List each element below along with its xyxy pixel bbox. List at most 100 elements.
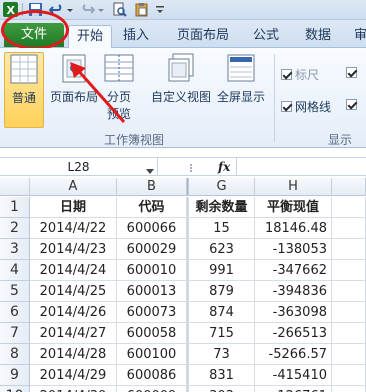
cell-a[interactable]: 2014/4/28 xyxy=(30,344,117,365)
normal-view-button[interactable]: 普通 xyxy=(4,52,44,128)
cell-next[interactable] xyxy=(332,302,366,323)
cell-a[interactable]: 2014/4/29 xyxy=(30,365,117,386)
tab-insert[interactable]: 插入 xyxy=(123,26,149,46)
cell-a[interactable]: 2014/4/23 xyxy=(30,239,117,260)
ruler-checkbox-box[interactable] xyxy=(281,69,292,80)
full-screen-label: 全屏显示 xyxy=(216,90,265,104)
cell-g[interactable]: 879 xyxy=(189,281,255,302)
cell-next[interactable] xyxy=(332,260,366,281)
cell-b[interactable]: 600010 xyxy=(117,260,187,281)
cell-h[interactable]: -126761 xyxy=(255,386,332,392)
column-header-next[interactable] xyxy=(332,178,366,196)
row-header[interactable]: 5 xyxy=(0,281,30,302)
row-header[interactable]: 3 xyxy=(0,239,30,260)
cell-h[interactable]: -347662 xyxy=(255,260,332,281)
print-preview-icon[interactable] xyxy=(112,2,127,17)
row-header[interactable]: 1 xyxy=(0,197,30,218)
cell-b[interactable]: 600013 xyxy=(117,281,187,302)
tab-page-layout[interactable]: 页面布局 xyxy=(177,26,229,46)
select-all-corner[interactable] xyxy=(0,178,30,196)
cell-g[interactable]: 623 xyxy=(189,239,255,260)
tab-home[interactable]: 开始 xyxy=(68,25,113,49)
show-group-label: 显示 xyxy=(328,133,353,147)
cell-g[interactable]: 73 xyxy=(189,344,255,365)
ruler-checkbox[interactable]: 标尺 xyxy=(281,66,319,83)
cell-b[interactable]: 600029 xyxy=(117,239,187,260)
column-header-h[interactable]: H xyxy=(255,178,332,196)
insert-function-icon[interactable]: fx xyxy=(218,158,230,176)
cell-h[interactable]: -394836 xyxy=(255,281,332,302)
cell-h[interactable]: -415410 xyxy=(255,365,332,386)
cell-h[interactable]: -363098 xyxy=(255,302,332,323)
cell-b[interactable]: 600100 xyxy=(117,344,187,365)
cell-a[interactable]: 2014/4/24 xyxy=(30,260,117,281)
name-box[interactable]: L28 xyxy=(0,158,158,176)
cell-a[interactable]: 2014/4/25 xyxy=(30,281,117,302)
redo-dropdown-icon[interactable] xyxy=(97,2,105,17)
cell-b[interactable]: 600058 xyxy=(117,323,187,344)
cell-next[interactable] xyxy=(332,197,366,218)
row-header[interactable]: 4 xyxy=(0,260,30,281)
headings-checkbox-box[interactable] xyxy=(346,99,357,110)
cell-h[interactable]: 平衡现值 xyxy=(255,197,332,218)
row-header[interactable]: 10 xyxy=(0,386,30,392)
cell-b[interactable]: 代码 xyxy=(117,197,187,218)
cell-h[interactable]: -266513 xyxy=(255,323,332,344)
custom-view-label: 自定义视图 xyxy=(150,90,211,104)
name-box-dropdown-icon[interactable] xyxy=(146,164,154,178)
formula-input[interactable] xyxy=(236,158,366,176)
full-screen-button[interactable]: 全屏显示 xyxy=(214,52,268,128)
cell-a[interactable]: 日期 xyxy=(30,197,117,218)
cell-a[interactable]: 2014/4/27 xyxy=(30,323,117,344)
cell-b[interactable]: 600073 xyxy=(117,302,187,323)
customize-toolbar-icon[interactable] xyxy=(155,2,165,17)
cell-g[interactable]: 303 xyxy=(189,386,255,392)
cell-next[interactable] xyxy=(332,344,366,365)
cell-h[interactable]: 18146.48 xyxy=(255,218,332,239)
tab-review[interactable]: 审 xyxy=(354,26,366,46)
cell-g[interactable]: 15 xyxy=(189,218,255,239)
cell-b[interactable]: 600086 xyxy=(117,365,187,386)
formula-bar-checkbox[interactable] xyxy=(346,66,360,80)
cell-b[interactable]: 600009 xyxy=(117,386,187,392)
cell-a[interactable]: 2014/4/30 xyxy=(30,386,117,392)
headings-checkbox[interactable] xyxy=(346,98,360,112)
cell-next[interactable] xyxy=(332,218,366,239)
full-screen-icon xyxy=(225,52,257,84)
cell-b[interactable]: 600066 xyxy=(117,218,187,239)
cell-h[interactable]: -5266.57 xyxy=(255,344,332,365)
tab-data[interactable]: 数据 xyxy=(305,26,331,46)
gridlines-checkbox-box[interactable] xyxy=(281,101,292,112)
column-header-g[interactable]: G xyxy=(189,178,255,196)
row-header[interactable]: 6 xyxy=(0,302,30,323)
hidden-column-gap xyxy=(187,365,189,386)
cell-g[interactable]: 831 xyxy=(189,365,255,386)
cell-next[interactable] xyxy=(332,239,366,260)
hidden-column-gap xyxy=(187,344,189,365)
cell-a[interactable]: 2014/4/26 xyxy=(30,302,117,323)
tab-formulas[interactable]: 公式 xyxy=(253,26,279,46)
row-header[interactable]: 2 xyxy=(0,218,30,239)
row-header[interactable]: 7 xyxy=(0,323,30,344)
column-header-a[interactable]: A xyxy=(30,178,117,196)
formula-bar-checkbox-box[interactable] xyxy=(346,67,357,78)
cell-g[interactable]: 715 xyxy=(189,323,255,344)
cell-a[interactable]: 2014/4/22 xyxy=(30,218,117,239)
gridlines-checkbox[interactable]: 网格线 xyxy=(281,98,331,115)
ribbon-view-panel: 普通 页面布局 分页 预览 自定义视图 全屏显示 工作簿视图 标尺 网格线 显示 xyxy=(0,48,366,148)
paste-icon[interactable] xyxy=(134,2,149,17)
row-header[interactable]: 9 xyxy=(0,365,30,386)
cell-g[interactable]: 874 xyxy=(189,302,255,323)
cell-g[interactable]: 991 xyxy=(189,260,255,281)
row-header[interactable]: 8 xyxy=(0,344,30,365)
custom-view-button[interactable]: 自定义视图 xyxy=(150,52,212,128)
cell-next[interactable] xyxy=(332,323,366,344)
undo-dropdown-icon[interactable] xyxy=(66,2,74,17)
redo-icon[interactable] xyxy=(80,2,95,17)
cell-g[interactable]: 剩余数量 xyxy=(189,197,255,218)
cell-h[interactable]: -138053 xyxy=(255,239,332,260)
column-header-b[interactable]: B xyxy=(117,178,187,196)
cell-next[interactable] xyxy=(332,386,366,392)
cell-next[interactable] xyxy=(332,365,366,386)
cell-next[interactable] xyxy=(332,281,366,302)
